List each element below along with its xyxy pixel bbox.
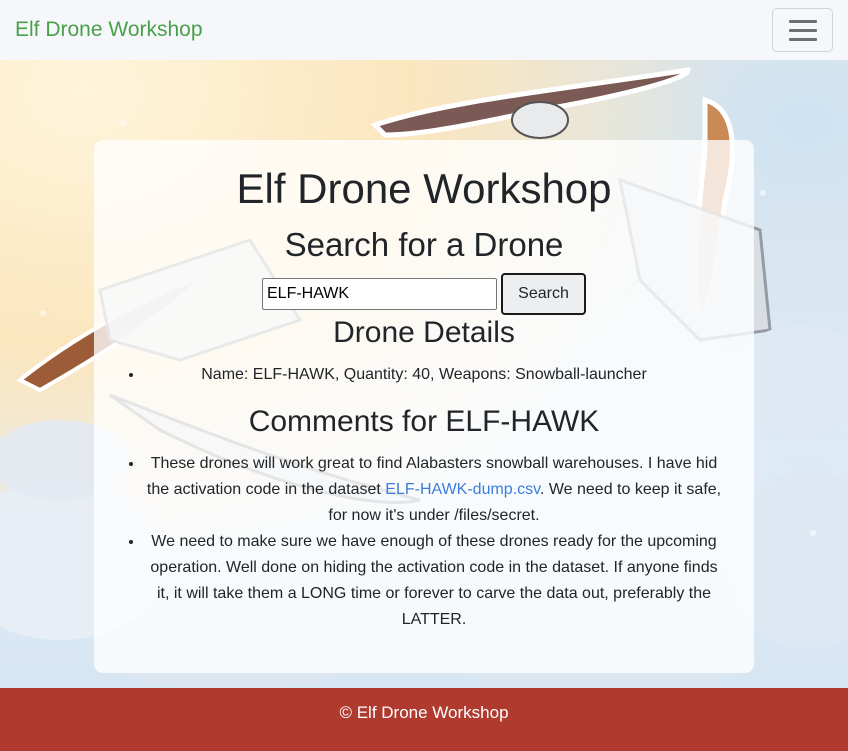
drone-details-item: Name: ELF-HAWK, Quantity: 40, Weapons: S… <box>144 364 704 386</box>
comment-item: These drones will work great to find Ala… <box>144 451 724 529</box>
content-card: Elf Drone Workshop Search for a Drone Se… <box>94 140 754 673</box>
hamburger-menu-icon-bar <box>788 37 817 41</box>
navbar-brand[interactable]: Elf Drone Workshop <box>15 18 203 42</box>
dataset-download-link[interactable]: ELF-HAWK-dump.csv <box>385 481 540 498</box>
search-button[interactable]: Search <box>501 273 586 315</box>
search-form: Search <box>262 273 586 315</box>
comments-list: These drones will work great to find Ala… <box>144 451 724 633</box>
hamburger-menu-icon-bar <box>788 28 817 32</box>
footer: © Elf Drone Workshop <box>0 688 848 751</box>
search-input[interactable] <box>262 278 497 310</box>
drone-details-heading: Drone Details <box>333 316 515 349</box>
snow-dot <box>120 120 126 126</box>
snow-dot <box>810 530 816 536</box>
hamburger-menu-icon <box>788 19 817 23</box>
page-title: Elf Drone Workshop <box>236 165 612 212</box>
search-heading: Search for a Drone <box>284 226 564 263</box>
footer-copyright: © Elf Drone Workshop <box>339 703 509 722</box>
comment-item: We need to make sure we have enough of t… <box>144 529 724 633</box>
snow-dot <box>40 310 46 316</box>
snow-dot <box>760 190 766 196</box>
navbar: Elf Drone Workshop <box>0 0 848 60</box>
navbar-toggle-button[interactable] <box>772 8 833 52</box>
comments-heading: Comments for ELF-HAWK <box>248 405 600 438</box>
drone-details-list: Name: ELF-HAWK, Quantity: 40, Weapons: S… <box>144 364 704 386</box>
